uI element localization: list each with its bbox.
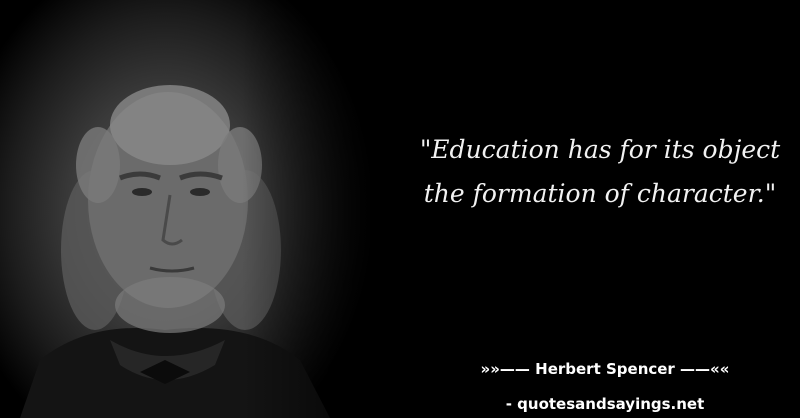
portrait-gradient-fade: [0, 0, 440, 418]
quote-text: "Education has for its object the format…: [400, 128, 800, 216]
author-name: »»—— Herbert Spencer ——««: [480, 360, 730, 378]
quote-line-2: the formation of character.": [423, 179, 777, 208]
quote-line-1: "Education has for its object: [419, 135, 781, 164]
quote-card: "Education has for its object the format…: [0, 0, 800, 418]
source-website: - quotesandsayings.net: [505, 395, 705, 413]
author-portrait: [0, 0, 440, 418]
